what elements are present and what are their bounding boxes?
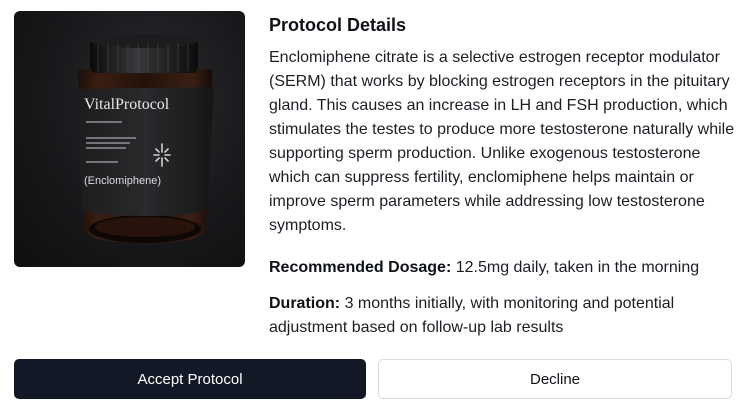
product-image: VitalProtocol (Enclomiphene) [14,11,245,267]
dosage-value: 12.5mg daily, taken in the morning [455,259,700,276]
supplement-bottle-illustration: VitalProtocol (Enclomiphene) [76,34,214,243]
dosage-line: Recommended Dosage: 12.5mg daily, taken … [269,256,739,280]
protocol-description: Enclomiphene citrate is a selective estr… [269,49,735,234]
dosage-label: Recommended Dosage: [269,259,452,276]
page-title: Protocol Details [269,15,407,35]
duration-label: Duration: [269,295,341,312]
protocol-details: Protocol Details Enclomiphene citrate is… [269,12,739,340]
accept-protocol-button[interactable]: Accept Protocol [14,359,366,399]
bottle-label-text: (Enclomiphene) [84,175,161,187]
duration-line: Duration: 3 months initially, with monit… [269,292,739,340]
decline-button[interactable]: Decline [378,359,732,399]
bottle-brand-text: VitalProtocol [84,96,170,113]
